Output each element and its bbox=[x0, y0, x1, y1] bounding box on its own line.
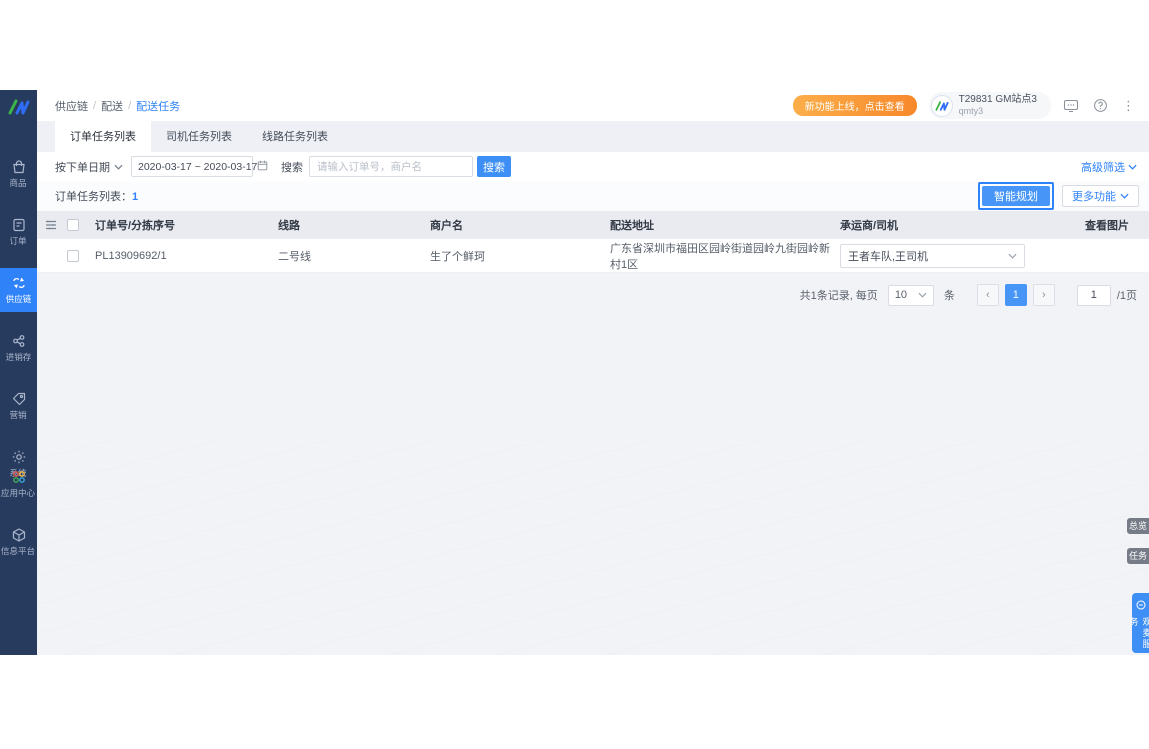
smart-plan-button[interactable]: 智能规划 bbox=[982, 186, 1050, 206]
avatar bbox=[930, 94, 953, 117]
column-order-no: 订单号/分拣序号 bbox=[95, 220, 176, 232]
content-background bbox=[37, 440, 1149, 655]
current-page-button[interactable]: 1 bbox=[1004, 284, 1027, 306]
table-row: PL13909692/1 二号线 生了个鲜珂 广东省深圳市福田区园岭街道园岭九街… bbox=[37, 239, 1149, 273]
select-all-checkbox[interactable] bbox=[67, 219, 79, 231]
date-range-input[interactable]: 2020-03-17 ~ 2020-03-17 bbox=[131, 156, 268, 177]
sidebar-item-label: 订单 bbox=[9, 236, 28, 246]
list-title: 订单任务列表：1 bbox=[55, 191, 139, 203]
chat-minimize-icon bbox=[1135, 597, 1146, 615]
tab-route-task-list[interactable]: 线路任务列表 bbox=[247, 120, 343, 152]
column-merchant: 商户名 bbox=[430, 220, 463, 232]
sidebar-item-label: 进销存 bbox=[5, 352, 32, 362]
sidebar: 商品 订单 供应链 进销存 营销 系统 应用中心 信息平台 bbox=[0, 90, 37, 655]
info-platform-icon bbox=[11, 527, 27, 543]
breadcrumb-delivery-task[interactable]: 配送任务 bbox=[136, 98, 180, 114]
column-carrier: 承运商/司机 bbox=[840, 220, 899, 232]
list-count: 1 bbox=[132, 191, 139, 203]
address-cell: 广东省深圳市福田区园岭街道园岭九街园岭新村1区 bbox=[610, 242, 830, 271]
column-address: 配送地址 bbox=[610, 220, 654, 232]
user-account: qmty3 bbox=[958, 106, 984, 116]
goods-icon bbox=[11, 159, 27, 175]
task-tabs: 订单任务列表 司机任务列表 线路任务列表 bbox=[37, 120, 1149, 152]
help-icon[interactable] bbox=[1093, 98, 1108, 113]
column-line: 线路 bbox=[278, 220, 300, 232]
main-area: 供应链 / 配送 / 配送任务 新功能上线，点击查看 T29831 GM站点3 … bbox=[37, 90, 1149, 655]
app-center-icon bbox=[11, 469, 27, 485]
pagination: 共1条记录, 每页 10 条 ‹ 1 › /1页 bbox=[37, 273, 1149, 317]
tab-driver-task-list[interactable]: 司机任务列表 bbox=[151, 120, 247, 152]
table-header: 订单号/分拣序号 线路 商户名 配送地址 承运商/司机 查看图片 bbox=[37, 211, 1149, 239]
service-float-tab[interactable]: 观麦服务 bbox=[1129, 593, 1149, 653]
sidebar-item-supply-chain[interactable]: 供应链 bbox=[0, 268, 37, 312]
column-config-icon[interactable] bbox=[45, 220, 67, 230]
user-menu[interactable]: T29831 GM站点3 qmty3 bbox=[928, 92, 1051, 119]
list-header-strip: 订单任务列表：1 智能规划 更多功能 bbox=[37, 181, 1149, 211]
calendar-icon bbox=[257, 160, 268, 174]
more-menu-icon[interactable]: ⋮ bbox=[1122, 98, 1135, 114]
sidebar-item-label: 营销 bbox=[9, 410, 28, 420]
brand-logo-icon bbox=[0, 90, 37, 124]
sidebar-item-label: 供应链 bbox=[5, 294, 32, 304]
date-type-select[interactable]: 按下单日期 bbox=[55, 159, 123, 175]
breadcrumb-separator: / bbox=[128, 99, 132, 112]
message-icon[interactable] bbox=[1063, 99, 1079, 113]
advanced-filter-toggle[interactable]: 高级筛选 bbox=[1081, 159, 1137, 175]
order-no-cell: PL13909692/1 bbox=[95, 249, 167, 262]
prev-page-button[interactable]: ‹ bbox=[976, 284, 999, 306]
per-page-select[interactable]: 10 bbox=[887, 284, 934, 306]
line-cell: 二号线 bbox=[278, 250, 311, 263]
top-header: 供应链 / 配送 / 配送任务 新功能上线，点击查看 T29831 GM站点3 … bbox=[37, 90, 1149, 122]
sidebar-item-inventory[interactable]: 进销存 bbox=[0, 326, 37, 370]
sidebar-item-app-center[interactable]: 应用中心 bbox=[0, 462, 37, 506]
tasks-float-tab[interactable]: 任务 bbox=[1127, 548, 1149, 564]
sidebar-item-label: 信息平台 bbox=[1, 546, 36, 556]
more-functions-button[interactable]: 更多功能 bbox=[1062, 185, 1139, 207]
column-images: 查看图片 bbox=[1085, 220, 1129, 232]
page-jump-input[interactable] bbox=[1076, 284, 1111, 306]
breadcrumb-delivery[interactable]: 配送 bbox=[101, 98, 123, 114]
app-window: 商品 订单 供应链 进销存 营销 系统 应用中心 信息平台 供应链 / 配送 /… bbox=[0, 90, 1149, 655]
new-feature-badge[interactable]: 新功能上线，点击查看 bbox=[792, 95, 917, 116]
smart-plan-highlight: 智能规划 bbox=[978, 182, 1054, 210]
user-name: T29831 GM站点3 bbox=[958, 94, 1037, 105]
pagination-summary: 共1条记录, 每页 bbox=[799, 290, 878, 302]
sidebar-item-info-platform[interactable]: 信息平台 bbox=[0, 520, 37, 564]
carrier-driver-select[interactable]: 王者车队,王司机 bbox=[840, 243, 1025, 268]
sidebar-item-label: 商品 bbox=[9, 178, 28, 188]
breadcrumb-separator: / bbox=[93, 99, 97, 112]
search-label: 搜索 bbox=[281, 161, 303, 174]
total-pages: /1页 bbox=[1116, 290, 1137, 302]
marketing-icon bbox=[11, 391, 27, 407]
merchant-cell: 生了个鲜珂 bbox=[430, 250, 485, 263]
search-input[interactable] bbox=[309, 156, 473, 177]
filter-bar: 按下单日期 2020-03-17 ~ 2020-03-17 搜索 搜索 高级筛选 bbox=[37, 152, 1149, 181]
next-page-button[interactable]: › bbox=[1032, 284, 1055, 306]
orders-icon bbox=[11, 217, 27, 233]
breadcrumb: 供应链 / 配送 / 配送任务 bbox=[55, 98, 180, 114]
overview-float-tab[interactable]: 总览 bbox=[1127, 518, 1149, 534]
per-page-unit: 条 bbox=[943, 290, 955, 302]
tab-order-task-list[interactable]: 订单任务列表 bbox=[55, 120, 151, 152]
inventory-icon bbox=[11, 333, 27, 349]
sidebar-item-orders[interactable]: 订单 bbox=[0, 210, 37, 254]
search-button[interactable]: 搜索 bbox=[477, 156, 511, 177]
sidebar-item-marketing[interactable]: 营销 bbox=[0, 384, 37, 428]
sidebar-item-goods[interactable]: 商品 bbox=[0, 152, 37, 196]
supply-chain-icon bbox=[11, 275, 27, 291]
breadcrumb-supply-chain[interactable]: 供应链 bbox=[55, 98, 88, 114]
row-checkbox[interactable] bbox=[67, 249, 79, 262]
sidebar-item-label: 应用中心 bbox=[1, 488, 36, 498]
